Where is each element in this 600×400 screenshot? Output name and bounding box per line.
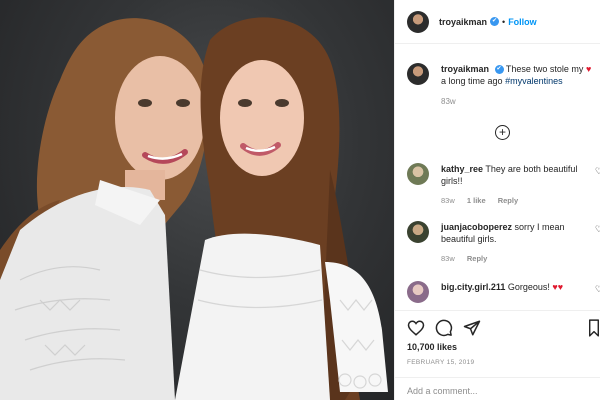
add-comment-input[interactable]: Add a comment... [395,377,600,400]
comment-body: big.city.girl.211 Gorgeous! ♥♥ [441,281,591,303]
avatar[interactable] [407,10,429,33]
comment-username[interactable]: kathy_ree [441,164,483,174]
comment-item: juanjacoboperez sorry I mean beautiful g… [407,221,600,265]
bookmark-icon[interactable] [589,319,599,337]
caption-body-2: a long time ago [441,76,503,86]
comment-username[interactable]: juanjacoboperez [441,222,512,232]
comment-body: juanjacoboperez sorry I mean beautiful g… [441,221,591,265]
caption-age[interactable]: 83w [441,97,456,106]
caption: troyaikman ✔ These two stole my ♥ a long… [407,63,597,106]
post-header: troyaikman ✔ • Follow [395,0,600,44]
comment-text: Gorgeous! [507,282,550,292]
caption-text: troyaikman ✔ These two stole my ♥ a long… [441,63,597,87]
share-icon[interactable] [463,319,481,337]
heart-icon[interactable] [407,319,425,337]
hashtag-link[interactable]: #myvalentines [505,76,563,86]
comment-item: kathy_ree They are both beautiful girls!… [407,163,600,207]
comment-meta: 83w Reply [441,253,591,265]
reply-button[interactable]: Reply [467,254,487,263]
comment-like-icon[interactable]: ♡ [595,284,600,295]
heart-emoji-icon: ♥ [585,64,592,74]
avatar[interactable] [407,221,429,243]
post-photo[interactable] [0,0,394,400]
avatar[interactable] [407,63,429,85]
username-link[interactable]: troyaikman [439,17,487,27]
action-icons [407,319,491,337]
caption-username[interactable]: troyaikman [441,64,489,74]
comment-age[interactable]: 83w [441,196,455,205]
follow-button[interactable]: Follow [508,17,537,27]
post-date: FEBRUARY 15, 2019 [407,359,475,366]
verified-icon: ✔ [490,17,500,26]
comment-username[interactable]: big.city.girl.211 [441,282,505,292]
avatar[interactable] [407,163,429,185]
add-icon[interactable]: + [495,125,510,140]
comment-age[interactable]: 83w [441,254,455,263]
avatar[interactable] [407,281,429,303]
caption-body: These two stole my [505,64,584,74]
comment-icon[interactable] [435,319,453,337]
comment-like-icon[interactable]: ♡ [595,166,600,177]
comment-meta: 83w 1 like Reply [441,195,591,207]
heart-emoji-icon: ♥♥ [552,282,564,292]
separator-dot: • [502,16,506,27]
comment-like-icon[interactable]: ♡ [595,224,600,235]
photo-illustration [0,17,388,400]
comment-likes[interactable]: 1 like [467,196,486,205]
verified-icon: ✔ [494,65,504,75]
post-sidebar: troyaikman ✔ • Follow troyaikman ✔ These… [394,0,600,400]
comments-list[interactable]: troyaikman ✔ These two stole my ♥ a long… [395,45,600,310]
post-actions: 10,700 likes FEBRUARY 15, 2019 Add a com… [395,310,600,400]
comment-item: big.city.girl.211 Gorgeous! ♥♥ ♡ [407,281,600,303]
likes-count[interactable]: 10,700 likes [407,342,457,352]
comment-body: kathy_ree They are both beautiful girls!… [441,163,591,207]
reply-button[interactable]: Reply [498,196,518,205]
